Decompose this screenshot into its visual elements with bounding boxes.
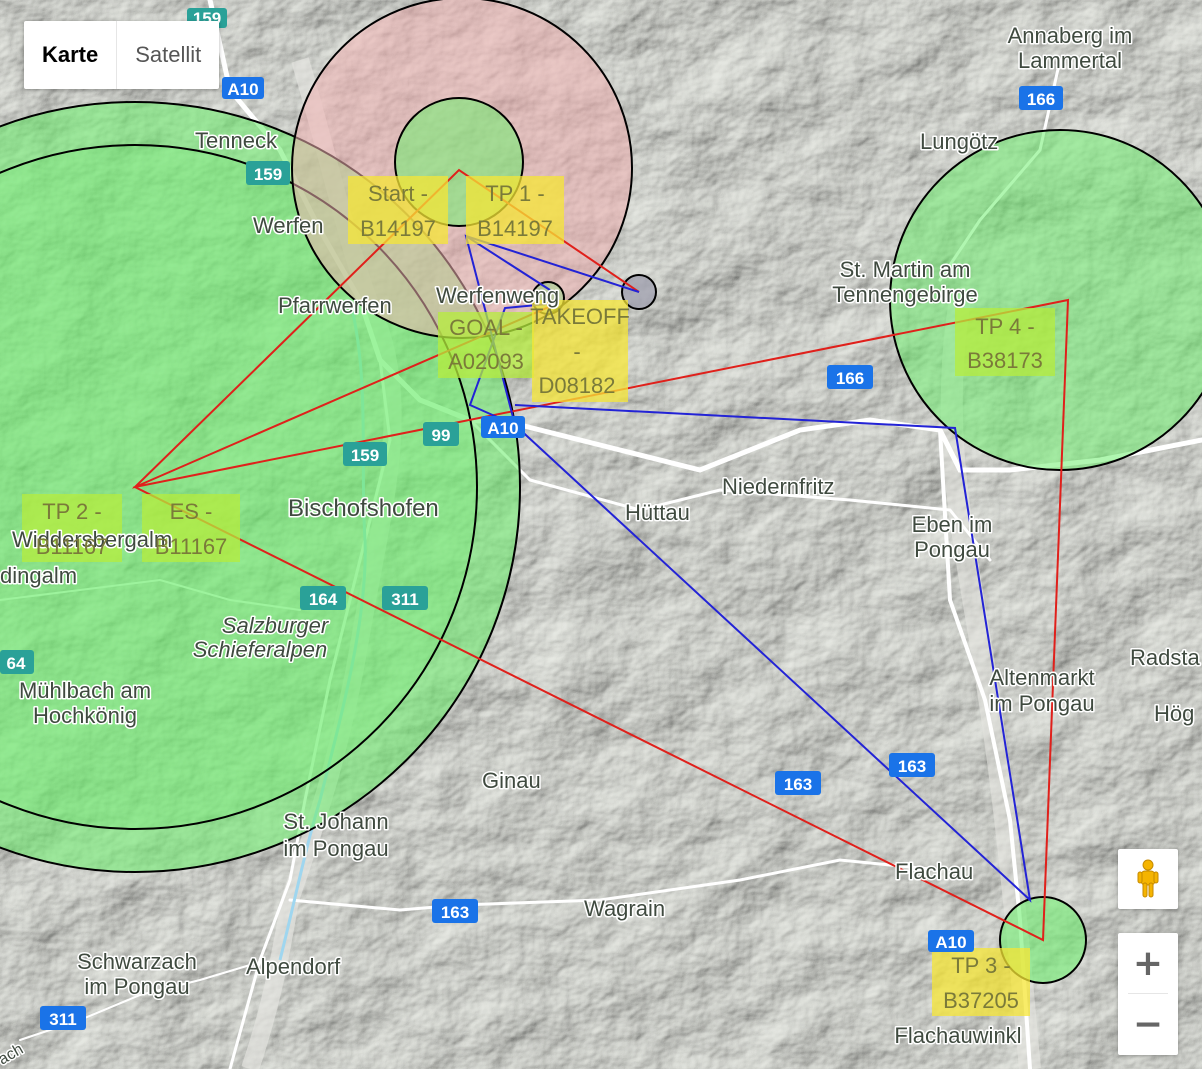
place-label: Alpendorf xyxy=(246,954,341,979)
place-label: Wagrain xyxy=(584,896,665,921)
street-view-pegman[interactable] xyxy=(1118,849,1178,909)
place-label: Salzburger xyxy=(222,613,330,638)
place-label: Mühlbach am xyxy=(19,678,151,703)
map-type-satellit-button[interactable]: Satellit xyxy=(117,21,219,89)
road-shield-label: 311 xyxy=(49,1010,76,1029)
pegman-icon xyxy=(1137,859,1159,898)
place-label: Werfen xyxy=(253,213,324,238)
place-label: Tenneck xyxy=(195,128,278,153)
map-canvas[interactable]: Annaberg im Lammertal Tenneck Lungötz We… xyxy=(0,0,1202,1069)
place-label: im Pongau xyxy=(989,691,1094,716)
road-shield-label: 166 xyxy=(1027,90,1055,109)
place-label: Ginau xyxy=(482,768,541,793)
place-label: Hög xyxy=(1154,701,1194,726)
place-label: im Pongau xyxy=(283,836,388,861)
waypoint-label: TP 2 - xyxy=(42,499,102,524)
waypoint-label: B14197 xyxy=(477,216,553,241)
road-shield-label: 163 xyxy=(784,775,812,794)
place-label: Altenmarkt xyxy=(989,665,1094,690)
place-label: Lammertal xyxy=(1018,48,1122,73)
waypoint-label: B38173 xyxy=(967,348,1043,373)
place-label: Schwarzach xyxy=(77,949,197,974)
road-shield-label: 159 xyxy=(254,165,282,184)
place-label: Pongau xyxy=(914,537,990,562)
road-shield-label: A10 xyxy=(935,933,966,952)
place-label: dingalm xyxy=(0,563,77,588)
road-shield-label: 163 xyxy=(441,903,469,922)
waypoint-label: B37205 xyxy=(943,988,1019,1013)
waypoint-label: TP 3 - xyxy=(951,953,1011,978)
waypoint-label: GOAL - xyxy=(449,315,523,340)
place-label: St. Johann xyxy=(283,809,388,834)
waypoint-label: TP 4 - xyxy=(975,314,1035,339)
road-shield-label: 166 xyxy=(836,369,864,388)
waypoint-label: - xyxy=(573,339,580,364)
road-shield-label: 311 xyxy=(391,590,418,609)
road-shield-label: 159 xyxy=(351,446,379,465)
map-type-karte-button[interactable]: Karte xyxy=(24,21,118,89)
place-label: Hüttau xyxy=(625,500,690,525)
place-label: Annaberg im xyxy=(1008,23,1133,48)
waypoint-label: B11167 xyxy=(36,534,109,559)
waypoint-label: Start - xyxy=(368,181,428,206)
place-label: Radsta xyxy=(1130,645,1200,670)
road-shield-label: A10 xyxy=(227,80,258,99)
road-shield-label: 64 xyxy=(7,654,26,673)
waypoint-label: B14197 xyxy=(360,216,436,241)
place-label: Niedernfritz xyxy=(722,474,834,499)
place-label: Flachauwinkl xyxy=(894,1023,1021,1048)
waypoint-label: A02093 xyxy=(448,349,524,374)
place-label: Pfarrwerfen xyxy=(278,293,392,318)
place-label: Schieferalpen xyxy=(193,637,328,662)
place-label: St. Martin am xyxy=(840,257,971,282)
waypoint-label: TAKEOFF xyxy=(530,304,630,329)
place-label: Lungötz xyxy=(920,129,998,154)
zoom-out-button[interactable]: − xyxy=(1118,994,1178,1054)
road-shield-label: 99 xyxy=(432,426,451,445)
waypoint-label: TP 1 - xyxy=(485,181,545,206)
road-shield-label: 164 xyxy=(309,590,338,609)
zoom-in-button[interactable]: + xyxy=(1118,933,1178,993)
road-shield-label: 163 xyxy=(898,757,926,776)
zoom-control: + − xyxy=(1118,933,1178,1055)
place-label: Bischofshofen xyxy=(288,495,439,522)
place-label: Hochkönig xyxy=(33,703,137,728)
place-label: Flachau xyxy=(895,859,973,884)
waypoint-label: B11167 xyxy=(155,534,228,559)
place-label: Tennengebirge xyxy=(832,282,978,307)
road-shield-label: A10 xyxy=(487,419,518,438)
map-type-control: Karte Satellit xyxy=(24,21,220,89)
waypoint-label: ES - xyxy=(170,499,213,524)
place-label: Eben im xyxy=(912,512,993,537)
waypoint-label: D08182 xyxy=(538,373,615,398)
place-label: im Pongau xyxy=(84,974,189,999)
